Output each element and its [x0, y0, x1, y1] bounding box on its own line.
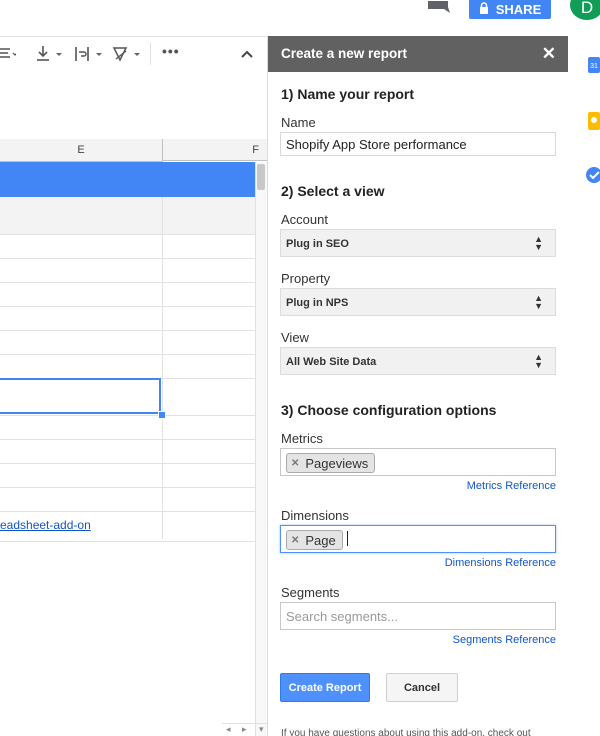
remove-icon[interactable]: ✕ [291, 458, 299, 469]
formatting-toolbar: ••• [0, 36, 267, 73]
metrics-reference-link[interactable]: Metrics Reference [467, 480, 556, 492]
lock-icon [479, 2, 489, 17]
metric-chip: ✕ Pageviews [286, 453, 376, 473]
account-select[interactable]: Plug in SEO ▲ ▼ [280, 229, 556, 257]
report-sidebar: Create a new report ✕ 1) Name your repor… [267, 36, 568, 736]
more-options-icon[interactable]: ••• [162, 43, 180, 61]
close-icon[interactable]: ✕ [542, 44, 556, 64]
dimension-chip: ✕ Page [286, 530, 343, 550]
name-label: Name [281, 115, 316, 130]
cancel-button[interactable]: Cancel [386, 673, 458, 702]
section-view-title: 2) Select a view [281, 183, 385, 199]
tasks-icon[interactable] [586, 166, 600, 189]
select-arrows-icon: ▲ ▼ [534, 234, 543, 252]
collapse-toolbar-icon[interactable] [240, 45, 254, 63]
dimensions-input[interactable]: ✕ Page [280, 525, 556, 553]
share-label: SHARE [495, 2, 542, 17]
segments-label: Segments [281, 585, 340, 600]
property-label: Property [281, 271, 331, 286]
side-app-strip: 31 [568, 36, 600, 736]
remove-icon[interactable]: ✕ [291, 535, 299, 546]
select-arrows-icon: ▲ ▼ [534, 293, 543, 311]
metrics-label: Metrics [281, 431, 323, 446]
vertical-scrollbar[interactable] [255, 162, 267, 736]
view-label: View [281, 330, 309, 345]
column-header-f[interactable]: F [163, 139, 267, 161]
selected-cell[interactable] [0, 378, 161, 414]
segments-reference-link[interactable]: Segments Reference [453, 634, 556, 646]
table-row[interactable] [0, 197, 255, 234]
scroll-arrows[interactable]: ◂ ▸ ▾ [222, 723, 267, 736]
account-label: Account [281, 212, 328, 227]
scrollbar-thumb[interactable] [257, 164, 265, 190]
share-button[interactable]: SHARE [469, 0, 551, 19]
text-cursor [347, 531, 348, 546]
header-row-highlight [0, 162, 255, 197]
select-arrows-icon: ▲ ▼ [534, 352, 543, 370]
metrics-input[interactable]: ✕ Pageviews [280, 448, 556, 476]
text-wrap-icon[interactable] [74, 45, 104, 63]
text-rotation-icon[interactable] [112, 45, 142, 63]
svg-text:31: 31 [590, 63, 598, 70]
report-name-input[interactable]: Shopify App Store performance [280, 132, 556, 156]
fill-handle[interactable] [158, 411, 166, 419]
help-note: If you have questions about using this a… [281, 728, 531, 736]
sidebar-title: Create a new report [281, 46, 408, 61]
keep-icon[interactable] [588, 112, 600, 135]
create-report-button[interactable]: Create Report [280, 673, 370, 702]
view-select[interactable]: All Web Site Data ▲ ▼ [280, 347, 556, 375]
align-icon[interactable] [0, 45, 18, 63]
vertical-align-icon[interactable] [36, 45, 64, 63]
avatar[interactable]: D [570, 0, 600, 20]
section-name-title: 1) Name your report [281, 86, 415, 102]
property-select[interactable]: Plug in NPS ▲ ▼ [280, 288, 556, 316]
column-header-e[interactable]: E [0, 139, 162, 162]
comments-icon[interactable] [428, 0, 450, 13]
section-config-title: 3) Choose configuration options [281, 402, 497, 418]
dimensions-label: Dimensions [281, 508, 349, 523]
calendar-icon[interactable]: 31 [588, 57, 600, 78]
spreadsheet-grid[interactable]: E F eadsheet-add-on ◂ ▸ ▾ [0, 72, 267, 736]
cell-link[interactable]: eadsheet-add-on [0, 518, 91, 532]
dimensions-reference-link[interactable]: Dimensions Reference [445, 557, 556, 569]
sidebar-header: Create a new report ✕ [268, 36, 568, 72]
segments-search-input[interactable]: Search segments... [280, 602, 556, 630]
